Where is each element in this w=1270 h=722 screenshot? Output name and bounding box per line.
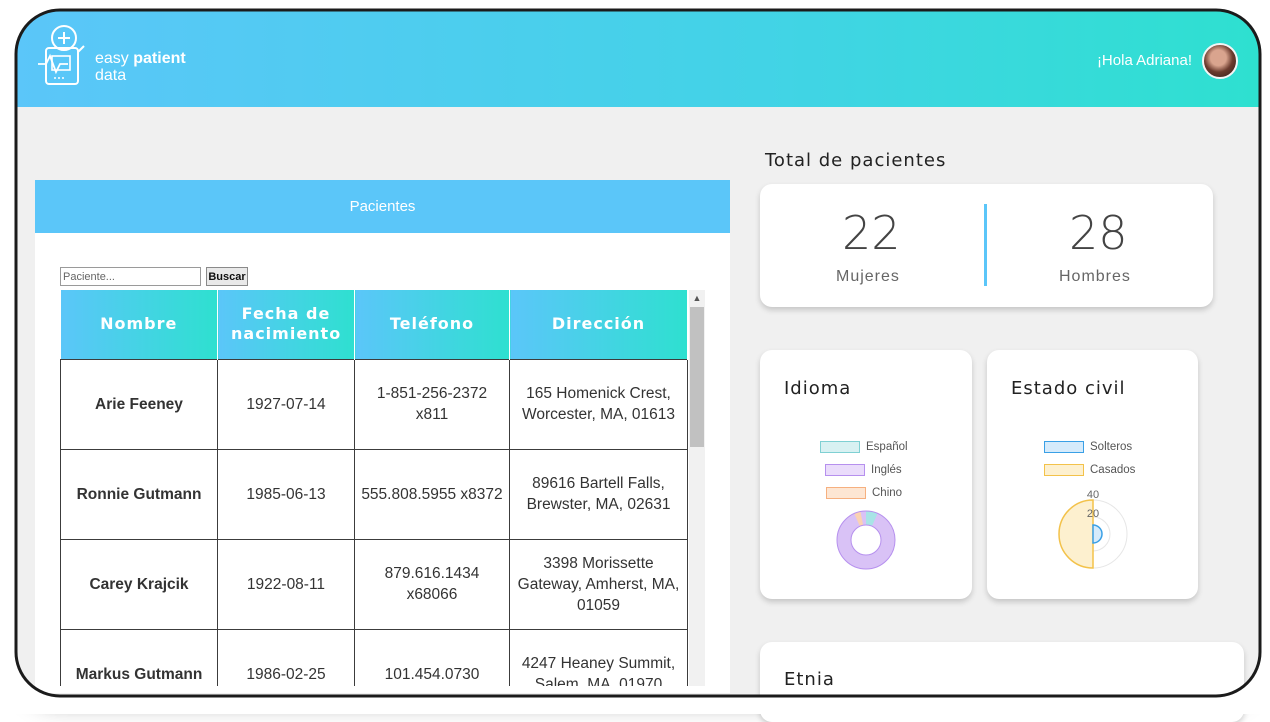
men-count: 28: [1069, 206, 1128, 260]
total-patients-card: 22 Mujeres 28 Hombres: [760, 184, 1213, 307]
table-header-row: Nombre Fecha de nacimiento Teléfono Dire…: [60, 290, 688, 359]
column-header-fecha[interactable]: Fecha de nacimiento: [217, 290, 355, 359]
logo-word-easy: easy: [95, 50, 134, 67]
patient-phone: 101.454.0730: [354, 628, 510, 686]
scrollbar-thumb[interactable]: [690, 307, 704, 447]
total-patients-title: Total de pacientes: [765, 150, 947, 171]
logo-word-patient: patient: [133, 50, 186, 67]
patient-address: 89616 Bartell Falls, Brewster, MA, 02631: [509, 448, 688, 540]
patients-table: Nombre Fecha de nacimiento Teléfono Dire…: [60, 290, 688, 686]
women-label: Mujeres: [836, 268, 900, 285]
patient-birthdate: 1985-06-13: [217, 448, 355, 540]
table-row[interactable]: Arie Feeney 1927-07-14 1-851-256-2372 x8…: [60, 358, 688, 450]
logo-text: easy patient data: [95, 50, 186, 84]
user-avatar[interactable]: [1202, 43, 1238, 79]
patient-birthdate: 1927-07-14: [217, 358, 355, 450]
patients-table-container: Nombre Fecha de nacimiento Teléfono Dire…: [60, 290, 705, 686]
legend-swatch: [826, 487, 866, 499]
tick-label-40: 40: [1087, 489, 1099, 501]
table-row[interactable]: Markus Gutmann 1986-02-25 101.454.0730 4…: [60, 628, 688, 686]
table-scrollbar[interactable]: ▲: [689, 290, 705, 686]
women-count: 22: [842, 206, 901, 260]
ethnicity-title: Etnia: [784, 669, 835, 690]
legend-solteros[interactable]: Solteros: [1044, 441, 1132, 453]
legend-casados[interactable]: Casados: [1044, 464, 1135, 476]
tick-label-20: 20: [1087, 508, 1099, 520]
user-greeting: ¡Hola Adriana!: [1096, 52, 1192, 69]
column-header-direccion[interactable]: Dirección: [509, 290, 688, 359]
legend-swatch: [1044, 464, 1084, 476]
patient-address: 165 Homenick Crest, Worcester, MA, 01613: [509, 358, 688, 450]
patients-panel-header: Pacientes: [35, 180, 730, 233]
legend-chino[interactable]: Chino: [826, 487, 902, 499]
legend-swatch: [825, 464, 865, 476]
patient-name[interactable]: Markus Gutmann: [60, 628, 218, 686]
logo-icon: [38, 25, 85, 85]
top-bar: easy patient data ¡Hola Adriana!: [16, 10, 1260, 107]
patient-phone: 879.616.1434 x68066: [354, 538, 510, 630]
language-title: Idioma: [784, 378, 852, 399]
search-button[interactable]: Buscar: [206, 267, 248, 286]
men-label: Hombres: [1059, 268, 1131, 285]
civil-status-title: Estado civil: [1011, 378, 1126, 399]
patient-phone: 555.808.5955 x8372: [354, 448, 510, 540]
patient-birthdate: 1986-02-25: [217, 628, 355, 686]
ethnicity-card: Etnia: [760, 642, 1244, 722]
language-doughnut-chart[interactable]: [834, 508, 898, 572]
column-header-nombre[interactable]: Nombre: [60, 290, 218, 359]
table-row[interactable]: Ronnie Gutmann 1985-06-13 555.808.5955 x…: [60, 448, 688, 540]
language-card: Idioma Español Inglés Chino: [760, 350, 972, 599]
civil-status-card: Estado civil Solteros Casados 40 20: [987, 350, 1198, 599]
legend-ingles[interactable]: Inglés: [825, 464, 902, 476]
patient-address: 3398 Morissette Gateway, Amherst, MA, 01…: [509, 538, 688, 630]
scroll-up-arrow-icon[interactable]: ▲: [689, 290, 705, 306]
civil-status-polar-chart[interactable]: 40 20: [1053, 480, 1133, 574]
logo-word-data: data: [95, 67, 127, 84]
legend-espanol[interactable]: Español: [820, 441, 908, 453]
patient-phone: 1-851-256-2372 x811: [354, 358, 510, 450]
column-header-telefono[interactable]: Teléfono: [354, 290, 510, 359]
legend-swatch: [1044, 441, 1084, 453]
table-row[interactable]: Carey Krajcik 1922-08-11 879.616.1434 x6…: [60, 538, 688, 630]
legend-swatch: [820, 441, 860, 453]
patient-search-input[interactable]: [60, 267, 201, 286]
patient-address: 4247 Heaney Summit, Salem, MA, 01970: [509, 628, 688, 686]
totals-divider: [984, 204, 987, 286]
patient-birthdate: 1922-08-11: [217, 538, 355, 630]
patient-name[interactable]: Arie Feeney: [60, 358, 218, 450]
patient-name[interactable]: Carey Krajcik: [60, 538, 218, 630]
patient-name[interactable]: Ronnie Gutmann: [60, 448, 218, 540]
